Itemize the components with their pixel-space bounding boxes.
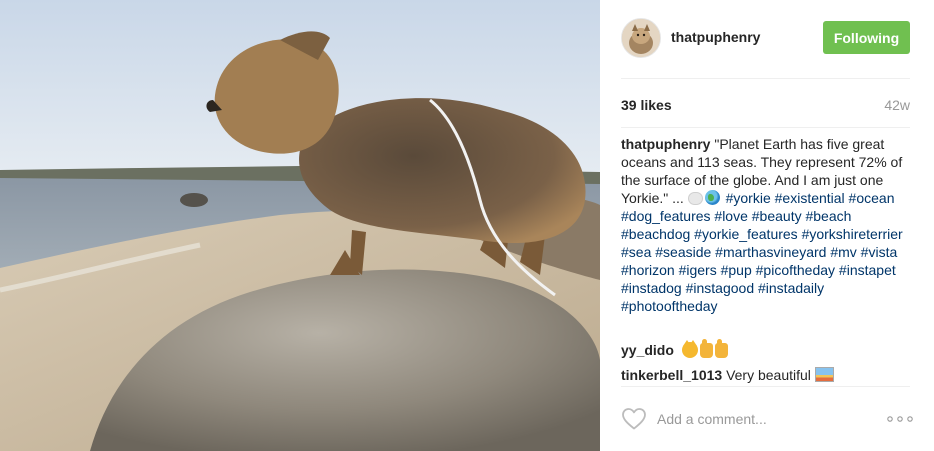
post-caption: thatpuphenry "Planet Earth has five grea…: [621, 135, 911, 315]
following-button[interactable]: Following: [823, 21, 910, 54]
dog-avatar-icon: [622, 19, 660, 57]
comment-username[interactable]: yy_dido: [621, 342, 674, 358]
heart-icon[interactable]: [621, 407, 647, 431]
thumbs-up-emoji-icon: [714, 339, 728, 358]
post-photo[interactable]: [0, 0, 600, 451]
thumbs-up-emoji-icon: [699, 339, 713, 358]
caption-username[interactable]: thatpuphenry: [621, 136, 710, 152]
add-comment-input[interactable]: [657, 407, 857, 431]
caption-hashtags[interactable]: #yorkie #existential #ocean #dog_feature…: [621, 190, 903, 314]
post-sidebar: thatpuphenry Following 39 likes 42w that…: [600, 0, 934, 451]
more-options-icon[interactable]: [887, 416, 913, 422]
comment-item: tinkerbell_1013 Very beautiful: [621, 366, 834, 384]
author-avatar[interactable]: [621, 18, 661, 58]
comment-bar: [621, 405, 913, 435]
dog-on-rock-photo: [0, 0, 600, 451]
speech-bubble-emoji-icon: [687, 192, 703, 205]
comment-username[interactable]: tinkerbell_1013: [621, 367, 722, 383]
author-username[interactable]: thatpuphenry: [671, 29, 760, 45]
comments-divider: [621, 386, 910, 387]
post-dialog: thatpuphenry Following 39 likes 42w that…: [0, 0, 934, 451]
post-age[interactable]: 42w: [884, 97, 910, 113]
comment-item: yy_dido: [621, 339, 728, 359]
comment-text: Very beautiful: [726, 367, 811, 383]
sunset-picture-emoji-icon: [814, 367, 834, 382]
header-divider: [621, 78, 910, 79]
like-count[interactable]: 39 likes: [621, 97, 672, 113]
likes-divider: [621, 127, 910, 128]
cat-emoji-icon: [681, 340, 698, 358]
globe-emoji-icon: [704, 190, 720, 205]
post-header: thatpuphenry Following: [600, 0, 934, 78]
